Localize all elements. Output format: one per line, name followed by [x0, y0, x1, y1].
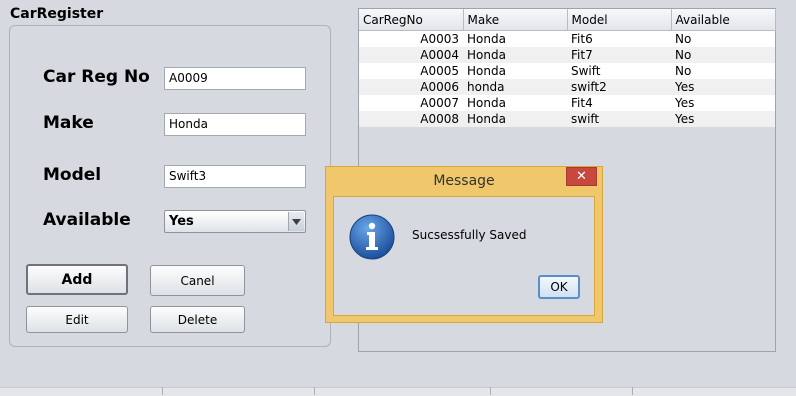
strip-divider	[490, 387, 491, 395]
edit-button[interactable]: Edit	[26, 306, 128, 333]
column-header-carregno[interactable]: CarRegNo	[359, 9, 464, 31]
available-label: Available	[43, 210, 131, 230]
table-row[interactable]: A0006 honda swift2 Yes	[359, 79, 775, 95]
available-select[interactable]: Yes	[164, 210, 306, 233]
cell-make: Honda	[463, 111, 567, 127]
table-row[interactable]: A0005 Honda Swift No	[359, 63, 775, 79]
cell-model: Fit6	[567, 30, 671, 47]
dialog-message: Sucsessfully Saved	[412, 228, 527, 242]
model-label: Model	[43, 165, 102, 185]
add-button[interactable]: Add	[26, 264, 128, 295]
car-reg-no-label: Car Reg No	[43, 67, 150, 87]
cell-carregno: A0008	[359, 111, 463, 127]
cell-carregno: A0006	[359, 79, 463, 95]
cell-available: Yes	[671, 111, 775, 127]
panel-title: CarRegister	[10, 6, 104, 22]
make-field[interactable]: Honda	[164, 113, 306, 136]
strip-divider	[162, 387, 163, 395]
table-row[interactable]: A0007 Honda Fit4 Yes	[359, 95, 775, 111]
ok-button[interactable]: OK	[538, 275, 580, 299]
table-row[interactable]: A0008 Honda swift Yes	[359, 111, 775, 127]
column-header-make[interactable]: Make	[463, 9, 568, 31]
cell-model: Fit4	[567, 95, 671, 111]
cell-carregno: A0004	[359, 47, 463, 63]
close-button[interactable]: ✕	[566, 167, 597, 186]
cell-model: swift	[567, 111, 671, 127]
cell-make: honda	[463, 79, 567, 95]
cell-carregno: A0007	[359, 95, 463, 111]
cell-model: Fit7	[567, 47, 671, 63]
available-select-value: Yes	[169, 214, 194, 229]
cell-available: No	[671, 47, 775, 63]
cell-model: swift2	[567, 79, 671, 95]
dialog-title: Message	[433, 173, 495, 189]
cell-available: No	[671, 30, 775, 47]
cell-available: No	[671, 63, 775, 79]
column-header-model[interactable]: Model	[567, 9, 672, 31]
dialog-body: Sucsessfully Saved OK	[333, 196, 595, 316]
cell-model: Swift	[567, 63, 671, 79]
cell-available: Yes	[671, 95, 775, 111]
info-icon	[349, 214, 395, 260]
cancel-button[interactable]: Canel	[150, 265, 245, 296]
make-label: Make	[43, 113, 94, 133]
table-row[interactable]: A0003 Honda Fit6 No	[359, 30, 775, 47]
table-header-row: CarRegNo Make Model Available	[359, 9, 776, 31]
cell-make: Honda	[463, 95, 567, 111]
close-icon: ✕	[576, 169, 587, 184]
car-reg-no-field[interactable]: A0009	[164, 67, 306, 90]
cell-make: Honda	[463, 30, 567, 47]
cell-carregno: A0005	[359, 63, 463, 79]
cell-carregno: A0003	[359, 30, 463, 47]
cell-make: Honda	[463, 63, 567, 79]
strip-divider	[314, 387, 315, 395]
column-header-available[interactable]: Available	[671, 9, 776, 31]
cell-available: Yes	[671, 79, 775, 95]
model-field[interactable]: Swift3	[164, 165, 306, 188]
table-row[interactable]: A0004 Honda Fit7 No	[359, 47, 775, 63]
strip-divider	[632, 387, 633, 395]
message-dialog: Message ✕ Sucsessfully Saved OK	[325, 166, 603, 323]
cell-make: Honda	[463, 47, 567, 63]
chevron-down-icon[interactable]	[288, 212, 304, 231]
delete-button[interactable]: Delete	[150, 306, 245, 333]
